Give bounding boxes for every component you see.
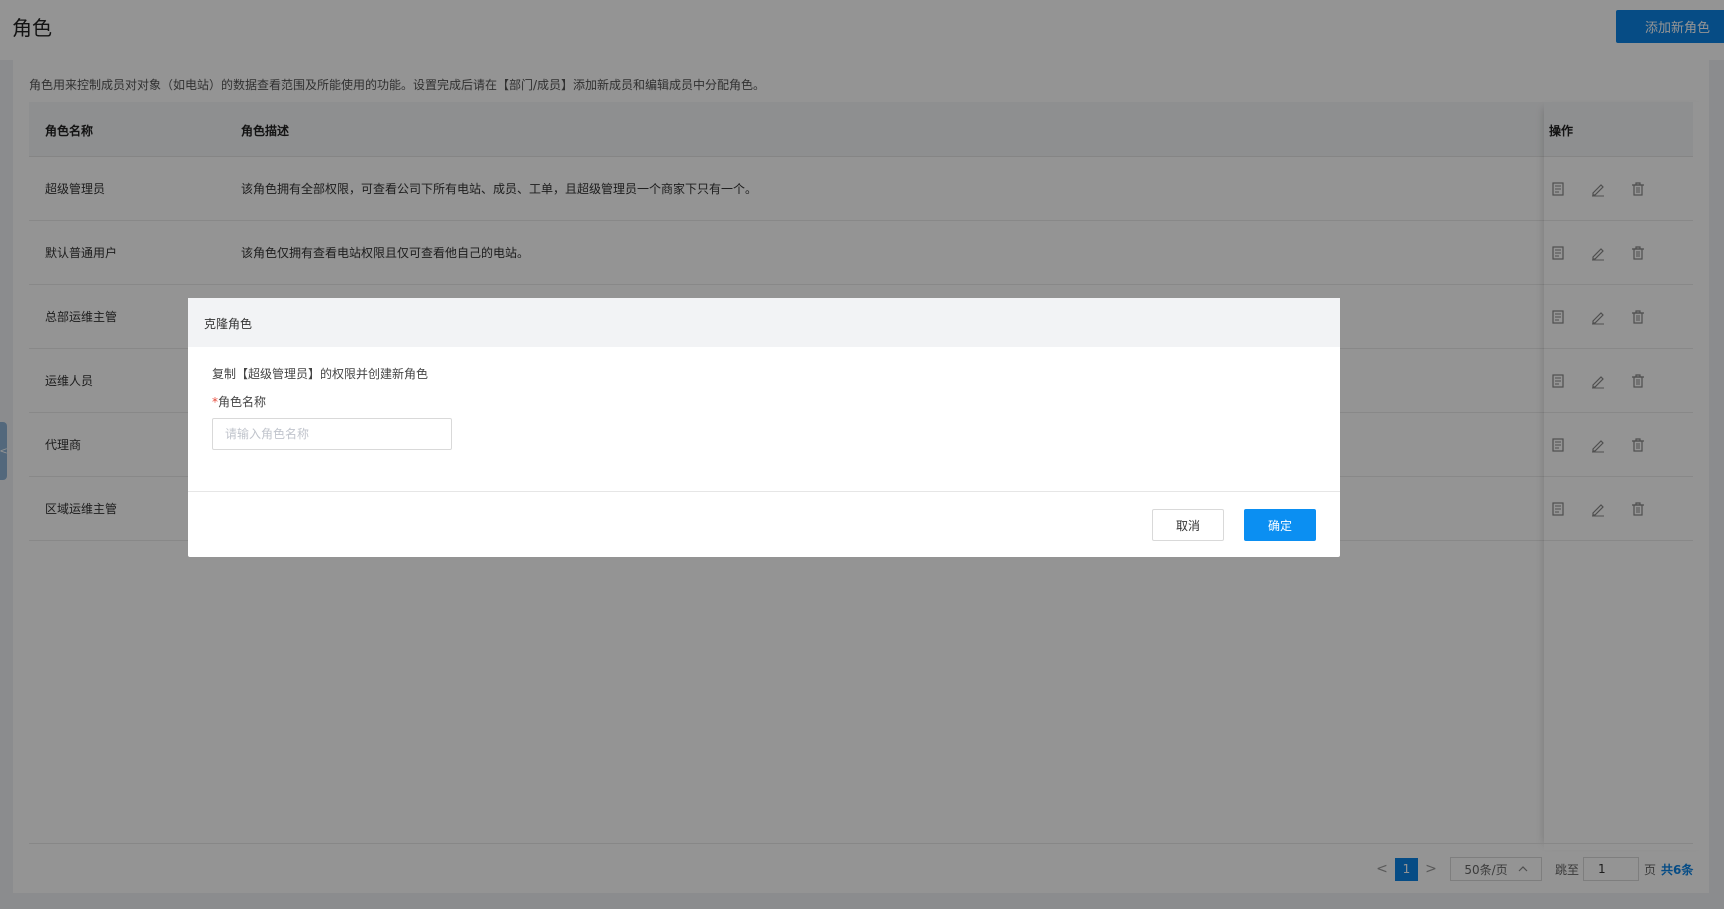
role-name-input[interactable] [212,418,452,450]
dialog-header: 克隆角色 [188,298,1340,347]
cancel-button[interactable]: 取消 [1152,509,1224,541]
clone-role-dialog: 克隆角色 复制【超级管理员】的权限并创建新角色 *角色名称 取消 确定 [188,298,1340,557]
role-name-label: *角色名称 [212,393,266,410]
dialog-description: 复制【超级管理员】的权限并创建新角色 [212,367,429,381]
dialog-title: 克隆角色 [204,317,253,331]
role-name-label-text: 角色名称 [218,395,267,409]
confirm-button[interactable]: 确定 [1244,509,1316,541]
dialog-footer-divider [188,491,1340,492]
